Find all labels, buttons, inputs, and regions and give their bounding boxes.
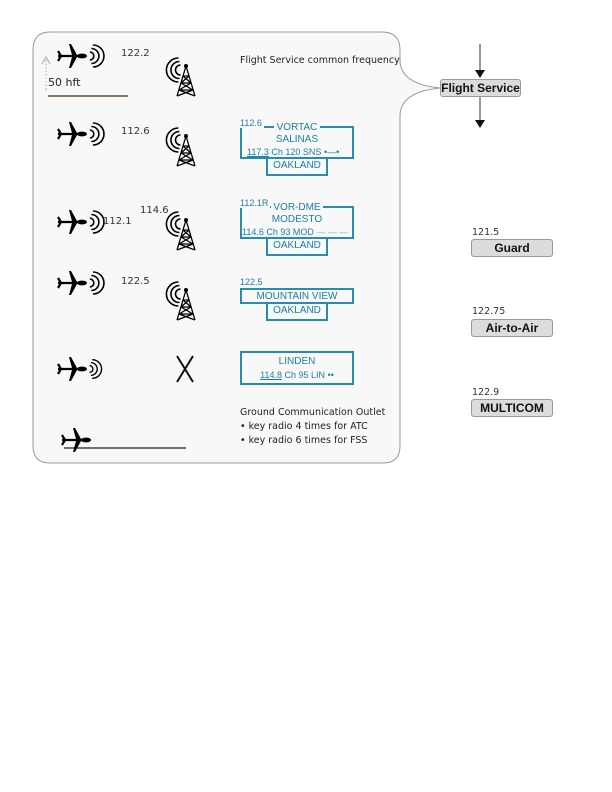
- navaid-freq: 117.3: [247, 147, 269, 157]
- navaid-fss-box: OAKLAND: [266, 239, 328, 256]
- navaid-name: LINDEN: [278, 356, 316, 367]
- air-to-air-freq: 122.75: [472, 306, 506, 317]
- navaid-name: SALINAS: [275, 134, 319, 145]
- navaid-type: VOR-DME: [271, 202, 323, 213]
- navaid-fss-box: OAKLAND: [266, 159, 328, 176]
- navaid-morse: — — —: [316, 227, 349, 237]
- arrow-out-head: [475, 120, 485, 128]
- navaid-name: MODESTO: [271, 214, 323, 225]
- flight-service-note: Flight Service common frequency: [240, 55, 400, 66]
- navaid-name: MOUNTAIN VIEW: [256, 291, 338, 302]
- navaid-freq: 114.6: [242, 227, 264, 237]
- gco-note: Ground Communication Outlet • key radio …: [240, 406, 385, 448]
- arrow-in-head: [475, 70, 485, 78]
- navaid-ident: MOD: [292, 227, 314, 237]
- navaid-channel: Ch 95: [284, 370, 309, 380]
- aircraft-freq-4: 122.5: [121, 276, 150, 287]
- navaid-channel: Ch 120: [271, 147, 301, 157]
- multicom-button[interactable]: MULTICOM: [471, 399, 553, 417]
- navaid-modesto: 112.1R VOR-DME MODESTO 114.6 Ch 93 MOD —…: [240, 198, 354, 260]
- multicom-freq: 122.9: [472, 387, 500, 398]
- gco-bullet-1: • key radio 4 times for ATC: [240, 421, 368, 432]
- navaid-channel: Ch 93: [266, 227, 291, 237]
- navaid-linden: LINDEN 114.8 Ch 95 LIN ••: [240, 351, 354, 385]
- guard-button[interactable]: Guard: [471, 239, 553, 257]
- aircraft-freq-1: 122.2: [121, 48, 150, 59]
- gco-bullet-2: • key radio 6 times for FSS: [240, 435, 368, 446]
- navaid-corner-freq: 122.5: [240, 277, 265, 287]
- altitude-label: 50 hft: [48, 76, 81, 89]
- navaid-morse: •—•: [323, 147, 340, 157]
- navaid-ident: SNS: [302, 147, 322, 157]
- navaid-type: VORTAC: [273, 122, 321, 133]
- navaid-ident: LIN: [311, 370, 326, 380]
- flight-service-box[interactable]: Flight Service: [440, 79, 521, 97]
- navaid-morse: ••: [327, 370, 334, 380]
- navaid-fss-box: OAKLAND: [266, 304, 328, 321]
- gco-title: Ground Communication Outlet: [240, 407, 386, 418]
- aircraft-freq-2: 112.6: [121, 126, 150, 137]
- navaid-freq: 114.8: [260, 370, 282, 380]
- guard-freq: 121.5: [472, 227, 500, 238]
- navaid-mountain-view: 122.5 MOUNTAIN VIEW OAKLAND: [240, 277, 354, 323]
- station-freq-3: 114.6: [140, 205, 169, 216]
- air-to-air-button[interactable]: Air-to-Air: [471, 319, 553, 337]
- aircraft-freq-3: 112.1: [103, 216, 132, 227]
- navaid-salinas: 112.6 VORTAC SALINAS 117.3 Ch 120 SNS •—…: [240, 118, 354, 180]
